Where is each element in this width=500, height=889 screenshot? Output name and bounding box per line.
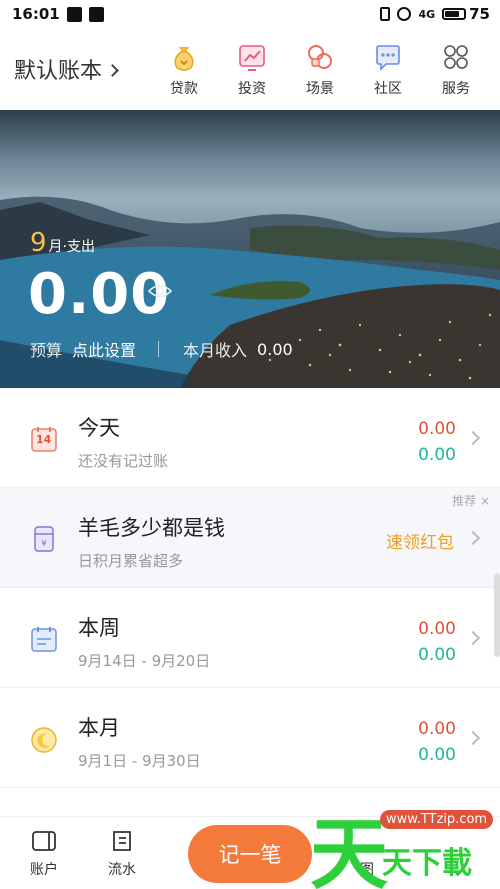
nav-scene-label: 场景 bbox=[306, 81, 334, 97]
battery-icon: 75 bbox=[442, 5, 490, 23]
expense-value: 0.00 bbox=[418, 419, 456, 439]
nav-community[interactable]: 社区 bbox=[354, 42, 422, 98]
tab-flow-label: 流水 bbox=[108, 862, 136, 878]
row-subtitle: 还没有记过账 bbox=[78, 452, 169, 470]
nav-services-label: 服务 bbox=[442, 81, 470, 97]
expense-value: 0.00 bbox=[418, 719, 456, 739]
header: 默认账本 贷款 投资 场景 社区 服务 bbox=[0, 28, 500, 110]
month-suffix: 月·支出 bbox=[48, 239, 95, 255]
row-today[interactable]: 14 今天 还没有记过账 0.00 0.00 bbox=[0, 388, 500, 488]
row-title: 本周 bbox=[78, 616, 120, 640]
calendar-icon: 14 bbox=[30, 426, 58, 452]
watermark-big: 天 bbox=[310, 810, 389, 889]
signal-icon: 4G bbox=[418, 7, 436, 21]
nav-scene[interactable]: 场景 bbox=[286, 42, 354, 98]
calendar-day: 14 bbox=[36, 433, 52, 446]
watermark-small: 天下載 bbox=[382, 846, 472, 881]
tab-flow[interactable]: 流水 bbox=[108, 829, 136, 879]
wallet-icon bbox=[32, 831, 56, 851]
chat-bubble-icon bbox=[373, 42, 403, 72]
income-value: 0.00 bbox=[257, 339, 293, 359]
chevron-right-icon bbox=[465, 530, 481, 546]
scene-icon bbox=[305, 42, 335, 72]
chevron-right-icon bbox=[106, 63, 119, 77]
svg-text:¥: ¥ bbox=[41, 539, 47, 549]
mail-icon bbox=[88, 6, 104, 22]
month-label: 9 月·支出 bbox=[30, 228, 95, 258]
battery-level: 75 bbox=[469, 5, 490, 23]
budget-label: 预算 bbox=[30, 341, 63, 360]
grid-services-icon bbox=[441, 42, 471, 72]
row-title: 羊毛多少都是钱 bbox=[78, 516, 225, 540]
status-bar: 16:01 4G 75 bbox=[0, 0, 500, 28]
tab-account[interactable]: 账户 bbox=[30, 829, 58, 879]
row-subtitle: 9月1日 - 9月30日 bbox=[78, 752, 201, 770]
ledger-icon bbox=[113, 831, 131, 851]
nav-loan-label: 贷款 bbox=[170, 81, 198, 97]
expense-value: 0.00 bbox=[418, 619, 456, 639]
nav-loan[interactable]: 贷款 bbox=[150, 42, 218, 98]
promo-action[interactable]: 速领红包 bbox=[386, 528, 454, 553]
budget-row: 预算 点此设置 本月收入 0.00 bbox=[30, 337, 293, 361]
summary-list: 14 今天 还没有记过账 0.00 0.00 推荐 × ¥ 羊毛多少都是钱 日积… bbox=[0, 388, 500, 788]
tab-account-label: 账户 bbox=[30, 862, 58, 878]
site-watermark: 天 www.TTzip.com 天下載 bbox=[310, 800, 500, 889]
red-envelope-icon: ¥ bbox=[30, 526, 58, 552]
moon-icon bbox=[30, 726, 58, 753]
income-value: 0.00 bbox=[418, 745, 456, 765]
income-label: 本月收入 bbox=[183, 341, 248, 360]
book-selector[interactable]: 默认账本 bbox=[14, 53, 164, 85]
week-calendar-icon bbox=[30, 626, 58, 652]
row-month[interactable]: 本月 9月1日 - 9月30日 0.00 0.00 bbox=[0, 688, 500, 788]
row-promo[interactable]: 推荐 × ¥ 羊毛多少都是钱 日积月累省超多 速领红包 bbox=[0, 488, 500, 588]
budget-set-link[interactable]: 点此设置 bbox=[72, 337, 136, 361]
scrollbar[interactable] bbox=[494, 573, 500, 657]
divider bbox=[158, 341, 160, 357]
chevron-right-icon bbox=[465, 430, 481, 446]
shield-icon bbox=[66, 6, 82, 22]
chevron-right-icon bbox=[465, 730, 481, 746]
top-nav: 贷款 投资 场景 社区 服务 bbox=[150, 42, 490, 98]
nav-invest-label: 投资 bbox=[238, 81, 266, 97]
month-number: 9 bbox=[30, 228, 47, 258]
status-time: 16:01 bbox=[12, 5, 60, 23]
row-subtitle: 日积月累省超多 bbox=[78, 552, 184, 570]
trend-chart-icon bbox=[237, 42, 267, 72]
row-title: 本月 bbox=[78, 716, 120, 740]
book-title: 默认账本 bbox=[14, 59, 103, 84]
money-bag-icon bbox=[169, 42, 199, 72]
summary-banner: 9 月·支出 0.00 预算 点此设置 本月收入 0.00 bbox=[0, 110, 500, 388]
row-title: 今天 bbox=[78, 416, 120, 440]
promo-tag[interactable]: 推荐 × bbox=[452, 492, 490, 509]
chevron-right-icon bbox=[465, 630, 481, 646]
income-value: 0.00 bbox=[418, 445, 456, 465]
watermark-url: www.TTzip.com bbox=[380, 810, 494, 829]
row-week[interactable]: 本周 9月14日 - 9月20日 0.00 0.00 bbox=[0, 588, 500, 688]
vibrate-icon bbox=[380, 7, 391, 21]
nav-invest[interactable]: 投资 bbox=[218, 42, 286, 98]
income-value: 0.00 bbox=[418, 645, 456, 665]
record-button[interactable]: 记一笔 bbox=[188, 825, 312, 883]
row-subtitle: 9月14日 - 9月20日 bbox=[78, 652, 211, 670]
nav-services[interactable]: 服务 bbox=[422, 42, 490, 98]
nav-community-label: 社区 bbox=[374, 81, 402, 97]
alarm-icon bbox=[397, 7, 412, 21]
